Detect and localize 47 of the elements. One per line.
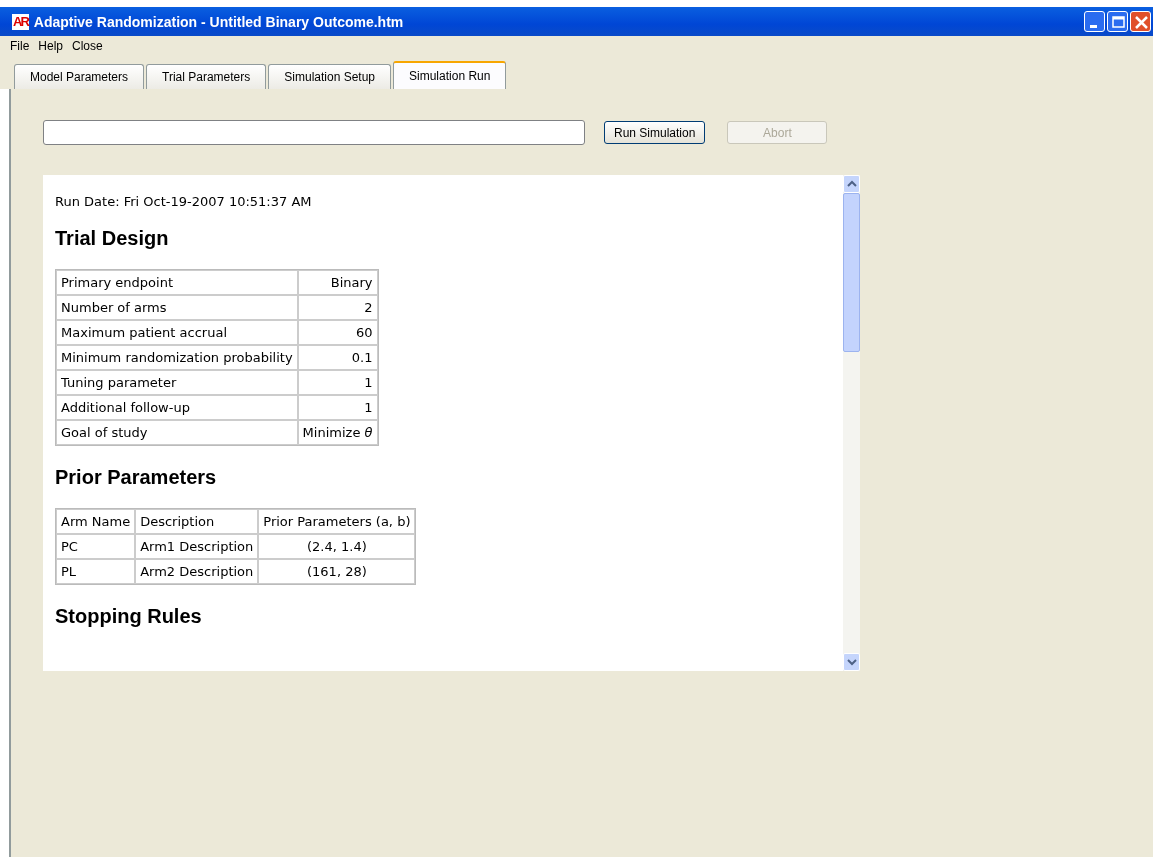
table-cell: Maximum patient accrual [56, 320, 298, 345]
tab[interactable]: Model Parameters [14, 64, 145, 89]
scroll-down-button[interactable] [843, 653, 860, 671]
table-cell: 1 [297, 370, 378, 395]
close-button[interactable] [1130, 11, 1151, 32]
menu-item[interactable]: Help [34, 39, 69, 53]
table-cell: Arm1 Description [135, 534, 259, 559]
scroll-thumb[interactable] [843, 193, 860, 352]
column-header: Prior Parameters (a, b) [258, 509, 416, 534]
scroll-up-button[interactable] [843, 175, 860, 193]
menu-item[interactable]: Close [68, 39, 108, 53]
table-cell: (161, 28) [258, 559, 416, 584]
table-cell: Binary [297, 270, 378, 295]
tab[interactable]: Trial Parameters [146, 64, 267, 89]
run-date: Run Date: Fri Oct-19-2007 10:51:37 AM [55, 194, 313, 209]
table-cell: Goal of study [56, 420, 298, 445]
table-cell: PC [56, 534, 136, 559]
section-heading: Prior Parameters [55, 466, 218, 489]
table-cell: Tuning parameter [56, 370, 298, 395]
table-cell: Arm2 Description [135, 559, 259, 584]
scrollbar[interactable] [843, 175, 860, 671]
maximize-button[interactable] [1107, 11, 1128, 32]
table-cell: Minimum randomization probability [56, 345, 298, 370]
section-heading: Trial Design [55, 227, 170, 250]
table-cell: PL [56, 559, 136, 584]
table-cell: Minimize θ [297, 420, 378, 445]
table-cell: Primary endpoint [56, 270, 298, 295]
column-header: Arm Name [56, 509, 136, 534]
tab[interactable]: Simulation Setup [268, 64, 392, 89]
minimize-icon [1090, 25, 1097, 28]
tab[interactable]: Simulation Run [393, 61, 507, 89]
window-title: Adaptive Randomization - Untitled Binary Outcome.htm [33, 13, 405, 30]
section-heading: Stopping Rules [55, 605, 203, 628]
table-cell: 60 [297, 320, 378, 345]
table-cell: 2 [297, 295, 378, 320]
run-simulation-button[interactable]: Run Simulation [604, 121, 706, 144]
column-header: Description [135, 509, 259, 534]
table-cell: (2.4, 1.4) [258, 534, 416, 559]
minimize-button[interactable] [1084, 11, 1105, 32]
caret-up-icon [846, 180, 857, 188]
table-cell: Additional follow-up [56, 395, 298, 420]
table-cell: Number of arms [56, 295, 298, 320]
app-logo: AR [12, 13, 29, 30]
table-cell: 1 [297, 395, 378, 420]
menu-item[interactable]: File [6, 39, 35, 53]
caret-down-icon [846, 658, 857, 666]
table-cell: 0.1 [297, 345, 378, 370]
